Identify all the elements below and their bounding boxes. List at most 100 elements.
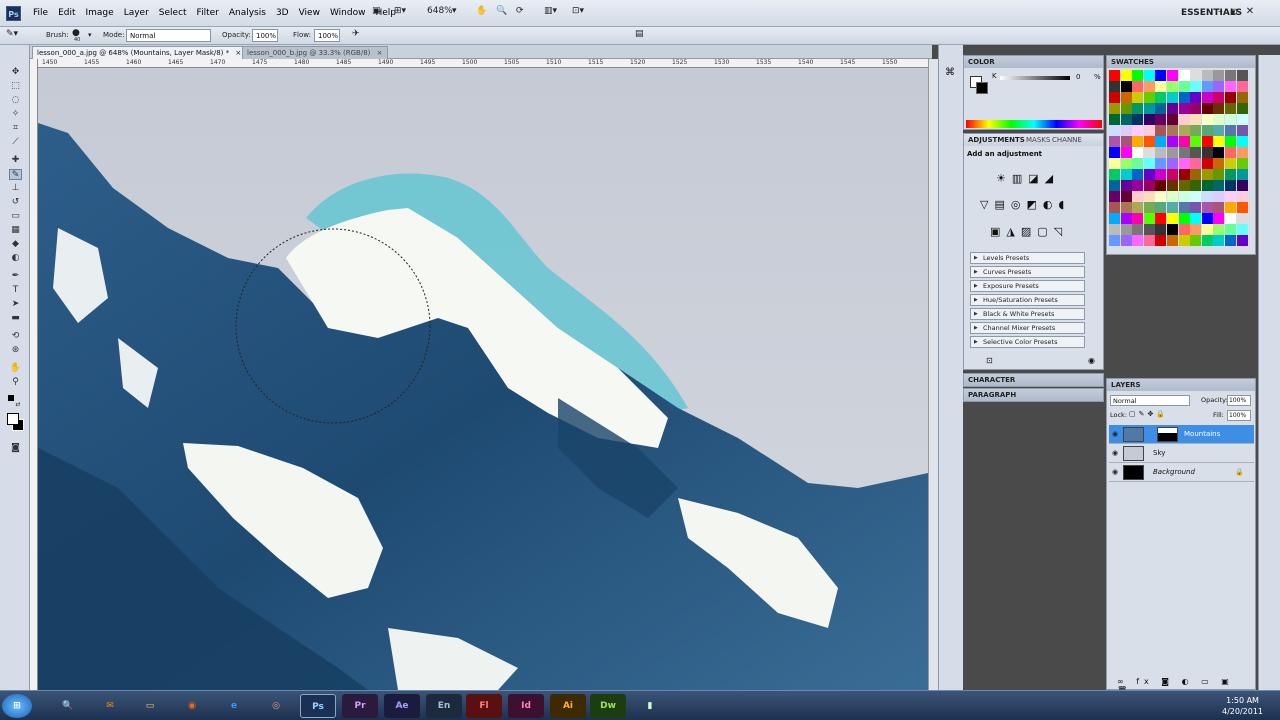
color-swatch[interactable]	[1167, 125, 1178, 136]
color-swatch[interactable]	[1213, 114, 1225, 125]
color-swatch[interactable]	[1213, 81, 1225, 92]
premiere-taskbar-button[interactable]: Pr	[342, 694, 378, 718]
visibility-eye-icon[interactable]: ◉	[1112, 463, 1118, 482]
color-swatch[interactable]	[1155, 224, 1167, 235]
color-swatch[interactable]	[1132, 70, 1144, 81]
zoom-tool-icon[interactable]: ⚲	[9, 377, 22, 388]
color-swatch[interactable]	[1132, 158, 1144, 169]
color-swatch[interactable]	[1225, 136, 1236, 147]
color-swatch[interactable]	[1143, 224, 1155, 235]
menu-select[interactable]: Select	[159, 8, 187, 18]
menu-filter[interactable]: Filter	[197, 8, 219, 18]
color-swatch[interactable]	[1213, 224, 1225, 235]
history-icon[interactable]: ⌘	[945, 67, 955, 78]
opacity-input[interactable]: 100%	[252, 29, 278, 42]
options-icon[interactable]: ◉	[1088, 356, 1095, 365]
color-swatch[interactable]	[1155, 125, 1167, 136]
outlook-icon[interactable]: ✉	[92, 694, 128, 718]
search-icon[interactable]: 🔍	[50, 694, 86, 718]
color-swatch[interactable]	[1201, 224, 1213, 235]
color-swatch[interactable]	[1167, 147, 1178, 158]
color-swatch[interactable]	[1201, 70, 1213, 81]
color-swatch[interactable]	[1109, 169, 1120, 180]
color-swatch[interactable]	[1213, 125, 1225, 136]
lock-icons[interactable]: ▢✎✥🔒	[1129, 410, 1168, 418]
color-swatch[interactable]	[1120, 235, 1132, 246]
color-swatch[interactable]	[1190, 169, 1202, 180]
color-swatch[interactable]	[1213, 202, 1225, 213]
lasso-tool-icon[interactable]: ◌	[9, 95, 22, 106]
color-swatch[interactable]	[1132, 213, 1144, 224]
adjustment-icons-row-2[interactable]: ▽▤◎◩◐◖	[980, 198, 1070, 211]
foreground-color-swatch[interactable]	[7, 413, 19, 425]
indesign-taskbar-button[interactable]: Id	[508, 694, 544, 718]
color-swatch[interactable]	[1190, 81, 1202, 92]
visibility-eye-icon[interactable]: ◉	[1112, 444, 1118, 463]
color-swatch[interactable]	[1143, 125, 1155, 136]
color-swatch[interactable]	[1109, 213, 1120, 224]
blur-tool-icon[interactable]: ◆	[9, 239, 22, 250]
color-swatch[interactable]	[1120, 147, 1132, 158]
photoshop-taskbar-button[interactable]: Ps	[300, 694, 336, 718]
blend-mode-select[interactable]: Normal	[1110, 395, 1190, 406]
color-swatch[interactable]	[1143, 81, 1155, 92]
adjustment-icons-row-3[interactable]: ▣◮▨▢◹	[990, 225, 1068, 238]
color-swatch[interactable]	[1155, 103, 1167, 114]
color-swatch[interactable]	[1236, 180, 1248, 191]
brush-tool-icon[interactable]: ✎	[9, 169, 22, 180]
color-swatch[interactable]	[1190, 70, 1202, 81]
folder-icon[interactable]: ▭	[132, 694, 168, 718]
color-swatch[interactable]	[1120, 213, 1132, 224]
dreamweaver-taskbar-button[interactable]: Dw	[590, 694, 626, 718]
color-swatch[interactable]	[1236, 158, 1248, 169]
color-swatch[interactable]	[1178, 114, 1190, 125]
clip-icon[interactable]: ⊡	[986, 356, 993, 365]
color-swatch[interactable]	[1213, 169, 1225, 180]
color-swatch[interactable]	[1109, 92, 1120, 103]
color-swatch[interactable]	[1109, 202, 1120, 213]
color-swatch[interactable]	[1132, 224, 1144, 235]
color-swatch[interactable]	[1167, 114, 1178, 125]
color-swatch[interactable]	[1167, 136, 1178, 147]
color-swatch[interactable]	[1236, 147, 1248, 158]
color-swatch[interactable]	[1132, 180, 1144, 191]
color-swatch[interactable]	[1109, 147, 1120, 158]
layer-opacity-input[interactable]: 100%	[1227, 395, 1251, 406]
history-brush-tool-icon[interactable]: ↺	[9, 197, 22, 208]
color-swatch[interactable]	[1236, 136, 1248, 147]
layer-name-background[interactable]: Background	[1153, 463, 1195, 482]
color-swatch[interactable]	[1178, 191, 1190, 202]
layer-row-background[interactable]: ◉ Background 🔒	[1109, 463, 1254, 482]
color-swatch[interactable]	[1236, 235, 1248, 246]
color-swatch[interactable]	[1132, 114, 1144, 125]
menu-image[interactable]: Image	[86, 8, 114, 18]
layer-thumbnail[interactable]	[1123, 465, 1144, 480]
layer-thumbnail[interactable]	[1123, 446, 1144, 461]
color-swatch[interactable]	[1155, 235, 1167, 246]
character-panel[interactable]: CHARACTER	[963, 373, 1104, 387]
color-swatch[interactable]	[1109, 180, 1120, 191]
color-swatch[interactable]	[1120, 81, 1132, 92]
swatch-grid[interactable]	[1109, 70, 1249, 246]
color-swatch[interactable]	[1201, 158, 1213, 169]
color-swatch[interactable]	[1178, 213, 1190, 224]
color-swatch[interactable]	[1132, 103, 1144, 114]
color-swatch[interactable]	[1155, 70, 1167, 81]
color-swatch[interactable]	[1120, 202, 1132, 213]
paragraph-panel[interactable]: PARAGRAPH	[963, 388, 1104, 402]
color-swatch[interactable]	[1236, 92, 1248, 103]
color-swatch[interactable]	[1190, 136, 1202, 147]
layer-row-sky[interactable]: ◉ Sky	[1109, 444, 1254, 463]
color-swatch[interactable]	[1213, 213, 1225, 224]
color-swatch[interactable]	[1190, 114, 1202, 125]
color-swatch[interactable]	[1236, 81, 1248, 92]
color-swatch[interactable]	[1190, 147, 1202, 158]
illustrator-taskbar-button[interactable]: Ai	[550, 694, 586, 718]
window-controls[interactable]: –▫✕	[1218, 6, 1262, 17]
brush-dropdown-icon[interactable]: ▾	[88, 31, 92, 39]
color-swatch[interactable]	[1109, 224, 1120, 235]
clone-stamp-tool-icon[interactable]: ⊥	[9, 183, 22, 194]
masks-tab[interactable]: MASKS	[1026, 134, 1050, 146]
color-swatch[interactable]	[1155, 114, 1167, 125]
visibility-eye-icon[interactable]: ◉	[1112, 425, 1118, 444]
